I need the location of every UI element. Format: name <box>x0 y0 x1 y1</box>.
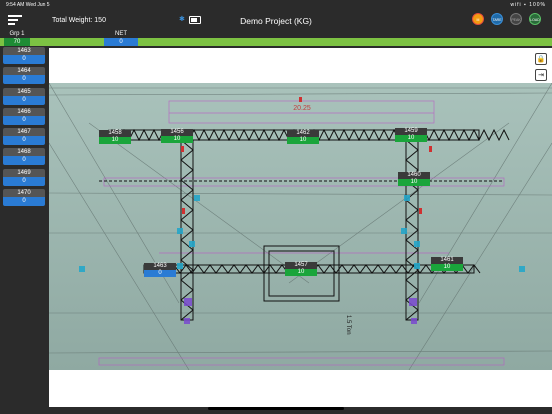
load-cell-value: 0 <box>3 197 45 207</box>
load-cell-marker[interactable]: 1460 10 <box>398 172 430 186</box>
load-cell-marker[interactable]: 1459 10 <box>395 128 427 142</box>
load-cell-id: 1467 <box>3 128 45 137</box>
svg-text:1.5 Ton: 1.5 Ton <box>345 315 351 335</box>
marker-id: 1457 <box>285 262 317 269</box>
battery-icon <box>189 16 201 24</box>
load-cell-value: 0 <box>3 95 45 105</box>
load-cell-item[interactable]: 1467 0 <box>3 128 45 146</box>
svg-text:20.25: 20.25 <box>293 105 311 112</box>
marker-id: 1462 <box>287 130 319 137</box>
marker-id: 1461 <box>431 257 463 264</box>
load-cell-value: 0 <box>3 75 45 85</box>
project-title: Demo Project (KG) <box>240 16 312 26</box>
load-cell-item[interactable]: 1466 0 <box>3 107 45 125</box>
marker-value: 0 <box>144 270 176 277</box>
marker-value: 10 <box>99 137 131 144</box>
load-cell-id: 1469 <box>3 168 45 177</box>
marker-value: 10 <box>431 264 463 271</box>
net-label: NET <box>115 31 127 37</box>
lock-icon[interactable]: 🔒 <box>535 53 547 65</box>
rig-canvas[interactable]: 🔒 ⇥ 20.25 1.5 Ton 1458 10 1456 10 1462 1… <box>49 48 552 407</box>
peak-button[interactable]: PEAK <box>510 13 522 25</box>
load-cell-value: 0 <box>3 176 45 186</box>
load-cell-id: 1470 <box>3 189 45 198</box>
marker-id: 1460 <box>398 172 430 179</box>
load-cell-item[interactable]: 1463 0 <box>3 47 45 64</box>
load-cell-marker[interactable]: 1456 10 <box>161 129 193 143</box>
load-cell-item[interactable]: 1468 0 <box>3 148 45 166</box>
home-indicator <box>208 407 344 410</box>
load-button[interactable]: LOAD <box>529 13 541 25</box>
load-cell-list: 1463 0 1464 0 1465 0 1466 0 1467 0 1468 0 1469… <box>3 47 45 209</box>
load-cell-marker[interactable]: 1457 10 <box>285 262 317 276</box>
group-value: 70 <box>4 38 30 46</box>
group-label: Grp 1 <box>9 31 25 37</box>
app-header: Total Weight: 150 Demo Project (KG) ✱ M … <box>0 10 552 30</box>
tare-button[interactable]: TARE <box>491 13 503 25</box>
load-cell-id: 1463 <box>3 47 45 55</box>
group-weight-bar[interactable] <box>0 38 552 46</box>
marker-value: 10 <box>287 137 319 144</box>
load-cell-id: 1464 <box>3 67 45 76</box>
mode-m-button[interactable]: M <box>472 13 484 25</box>
load-cell-value: 0 <box>3 115 45 125</box>
load-cell-value: 0 <box>3 136 45 146</box>
status-time: 9:54 AM Wed Jun 5 <box>6 2 50 8</box>
load-cell-id: 1468 <box>3 148 45 157</box>
load-cell-value: 0 <box>3 156 45 166</box>
marker-value: 10 <box>398 179 430 186</box>
marker-id: 1458 <box>99 130 131 137</box>
load-cell-item[interactable]: 1470 0 <box>3 189 45 207</box>
load-cell-marker[interactable]: 1462 10 <box>287 130 319 144</box>
load-cell-value: 0 <box>3 55 45 64</box>
exit-icon[interactable]: ⇥ <box>535 69 547 81</box>
net-value: 0 <box>104 38 138 46</box>
marker-id: 1463 <box>144 263 176 270</box>
load-cell-item[interactable]: 1465 0 <box>3 87 45 105</box>
status-bar: 9:54 AM Wed Jun 5 wifi ▪ 100% <box>0 0 552 10</box>
load-cell-marker[interactable]: 1463 0 <box>144 263 176 277</box>
status-icons: wifi ▪ 100% <box>510 2 546 8</box>
marker-id: 1459 <box>395 128 427 135</box>
load-cell-marker[interactable]: 1458 10 <box>99 130 131 144</box>
rig-plan-image: 20.25 1.5 Ton 1458 10 1456 10 1462 10 14… <box>49 83 552 370</box>
marker-value: 10 <box>161 136 193 143</box>
rig-drawing: 20.25 1.5 Ton <box>49 83 552 370</box>
load-cell-item[interactable]: 1469 0 <box>3 168 45 186</box>
marker-value: 10 <box>285 269 317 276</box>
marker-id: 1456 <box>161 129 193 136</box>
mode-buttons: M TARE PEAK LOAD <box>472 13 546 27</box>
load-cell-id: 1466 <box>3 107 45 116</box>
load-cell-id: 1465 <box>3 87 45 96</box>
bluetooth-icon[interactable]: ✱ <box>179 15 185 23</box>
load-cell-item[interactable]: 1464 0 <box>3 67 45 85</box>
load-cell-marker[interactable]: 1461 10 <box>431 257 463 271</box>
marker-value: 10 <box>395 135 427 142</box>
